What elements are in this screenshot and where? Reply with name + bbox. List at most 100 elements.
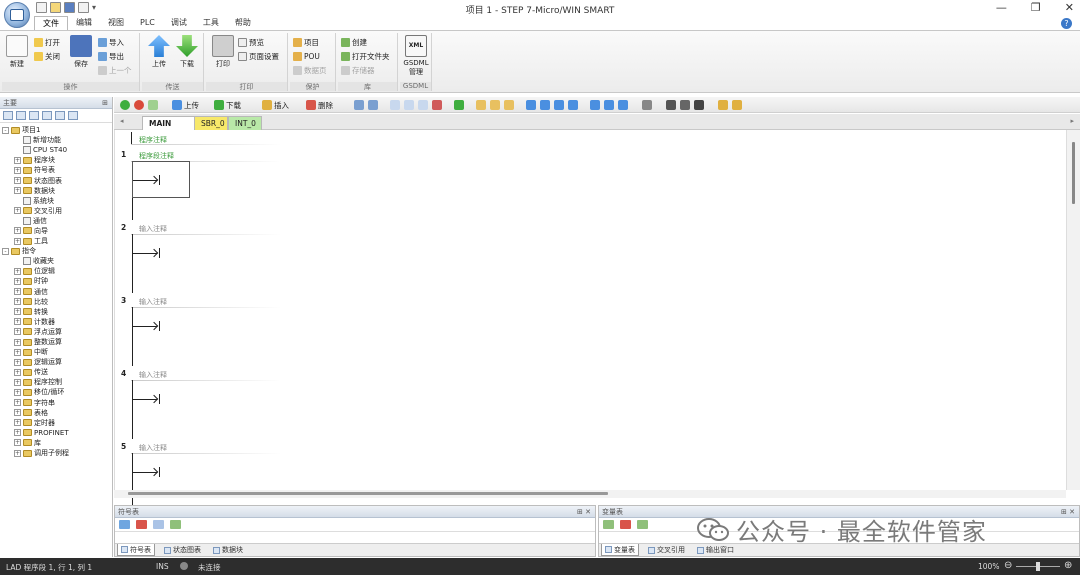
tree-node[interactable]: - 指令 [2, 246, 112, 256]
tree-node[interactable]: + 表格 [2, 408, 112, 418]
minimize-button[interactable]: — [996, 1, 1007, 14]
tree-expander-icon[interactable]: + [14, 277, 21, 285]
import-button[interactable]: 导入 [98, 37, 124, 48]
tree-expander-icon[interactable]: + [14, 187, 21, 195]
tree-expander-icon[interactable]: + [14, 388, 21, 396]
zoom-out-icon[interactable]: ⊖ [1004, 560, 1012, 571]
tree-expander-icon[interactable]: + [14, 368, 21, 376]
protect-project-button[interactable]: 项目 [293, 37, 319, 48]
tree-node[interactable]: + 程序块 [2, 155, 112, 165]
variable-refresh-icon[interactable] [637, 520, 648, 529]
tabs-scroll-left-icon[interactable]: ◂ [120, 117, 124, 125]
tabs-scroll-right-icon[interactable]: ▸ [1070, 117, 1074, 125]
ladder-vertical-scrollbar[interactable] [1066, 130, 1080, 490]
network-comment[interactable]: 输入注释 [139, 443, 167, 453]
tree-node[interactable]: + 程序控制 [2, 377, 112, 387]
tree-node[interactable]: + 转换 [2, 307, 112, 317]
edit-icon[interactable] [680, 100, 690, 110]
tree-node[interactable]: + 浮点运算 [2, 327, 112, 337]
new-button[interactable]: 新建 [4, 35, 30, 69]
tree-node[interactable]: + 传送 [2, 367, 112, 377]
options-icon[interactable] [732, 100, 742, 110]
tree-node[interactable]: + 通信 [2, 287, 112, 297]
symbol-refresh-icon[interactable] [170, 520, 181, 529]
symbol-icon[interactable] [490, 100, 500, 110]
zoom-slider-thumb[interactable] [1036, 562, 1040, 571]
open-library-folder-button[interactable]: 打开文件夹 [341, 51, 390, 62]
toolbar-delete-label[interactable]: 删除 [318, 100, 333, 111]
variable-delete-icon[interactable] [620, 520, 631, 529]
tree-expander-icon[interactable]: + [14, 166, 21, 174]
toolbar-upload-label[interactable]: 上传 [184, 100, 199, 111]
tab-tools[interactable]: 工具 [195, 16, 227, 30]
tree-expander-icon[interactable]: + [14, 207, 21, 215]
branch-up-icon[interactable] [540, 100, 550, 110]
bookmark-clear-icon[interactable] [432, 100, 442, 110]
tree-node[interactable]: 新增功能 [2, 135, 112, 145]
tree-expander-icon[interactable]: + [14, 267, 21, 275]
page-setup-button[interactable]: 页面设置 [238, 51, 279, 62]
tree-expander-icon[interactable]: + [14, 439, 21, 447]
tree-tool-5-icon[interactable] [55, 111, 65, 120]
tree-expander-icon[interactable]: + [14, 227, 21, 235]
symbol-table-icon[interactable] [153, 520, 164, 529]
contact-icon[interactable] [590, 100, 600, 110]
tree-node[interactable]: + PROFINET [2, 428, 112, 438]
tree-expander-icon[interactable]: - [2, 126, 9, 134]
line-right-icon[interactable] [568, 100, 578, 110]
tab-plc[interactable]: PLC [132, 16, 163, 30]
pou-icon[interactable] [476, 100, 486, 110]
export-button[interactable]: 导出 [98, 51, 124, 62]
symbol-delete-icon[interactable] [136, 520, 147, 529]
download-button[interactable]: 下载 [174, 35, 200, 69]
ladder-horizontal-scrollbar[interactable] [114, 490, 1066, 498]
box-icon[interactable] [618, 100, 628, 110]
help-icon[interactable]: ? [1061, 18, 1072, 29]
symbol-pane-pin-icon[interactable]: ⊞ ✕ [577, 506, 591, 518]
run-icon[interactable] [120, 100, 130, 110]
tab-int0[interactable]: INT_0 [228, 116, 262, 130]
tree-node[interactable]: + 逻辑运算 [2, 357, 112, 367]
protect-data-page-button[interactable]: 数据页 [293, 65, 327, 76]
properties-icon[interactable] [718, 100, 728, 110]
tree-expander-icon[interactable]: + [14, 328, 21, 336]
toolbar-insert-icon[interactable] [262, 100, 272, 110]
tree-expander-icon[interactable]: + [14, 409, 21, 417]
tree-node[interactable]: + 中断 [2, 347, 112, 357]
variable-add-icon[interactable] [603, 520, 614, 529]
toolbar-insert-label[interactable]: 插入 [274, 100, 289, 111]
tab-debug[interactable]: 调试 [163, 16, 195, 30]
horizontal-scroll-thumb[interactable] [128, 492, 608, 495]
bookmark-icon[interactable] [390, 100, 400, 110]
tree-tool-4-icon[interactable] [42, 111, 52, 120]
recent-button[interactable]: 上一个 [98, 65, 132, 76]
monitor-pause-icon[interactable] [368, 100, 378, 110]
tree-expander-icon[interactable]: + [14, 308, 21, 316]
tree-expander-icon[interactable]: + [14, 318, 21, 326]
tree-node[interactable]: 通信 [2, 216, 112, 226]
branch-down-icon[interactable] [526, 100, 536, 110]
bookmark-prev-icon[interactable] [418, 100, 428, 110]
tree-expander-icon[interactable]: + [14, 378, 21, 386]
tree-node[interactable]: + 调用子例程 [2, 448, 112, 458]
bookmark-next-icon[interactable] [404, 100, 414, 110]
tree-expander-icon[interactable]: + [14, 177, 21, 185]
tree-node[interactable]: + 位逻辑 [2, 266, 112, 276]
zoom-level[interactable]: 100% [978, 562, 999, 571]
tab-help[interactable]: 帮助 [227, 16, 259, 30]
tree-expander-icon[interactable]: + [14, 288, 21, 296]
tree-tool-2-icon[interactable] [16, 111, 26, 120]
tree-node[interactable]: + 比较 [2, 297, 112, 307]
tab-view[interactable]: 视图 [100, 16, 132, 30]
tree-node[interactable]: - 项目1 [2, 125, 112, 135]
tree-node[interactable]: + 库 [2, 438, 112, 448]
tree-tool-6-icon[interactable] [68, 111, 78, 120]
tab-cross-reference[interactable]: 交叉引用 [645, 544, 688, 556]
tree-node[interactable]: + 时钟 [2, 276, 112, 286]
comment-icon[interactable] [642, 100, 652, 110]
tree-node[interactable]: + 整数运算 [2, 337, 112, 347]
tree-expander-icon[interactable]: + [14, 358, 21, 366]
tree-node[interactable]: + 计数器 [2, 317, 112, 327]
tree-expander-icon[interactable]: + [14, 449, 21, 457]
library-memory-button[interactable]: 存储器 [341, 65, 375, 76]
